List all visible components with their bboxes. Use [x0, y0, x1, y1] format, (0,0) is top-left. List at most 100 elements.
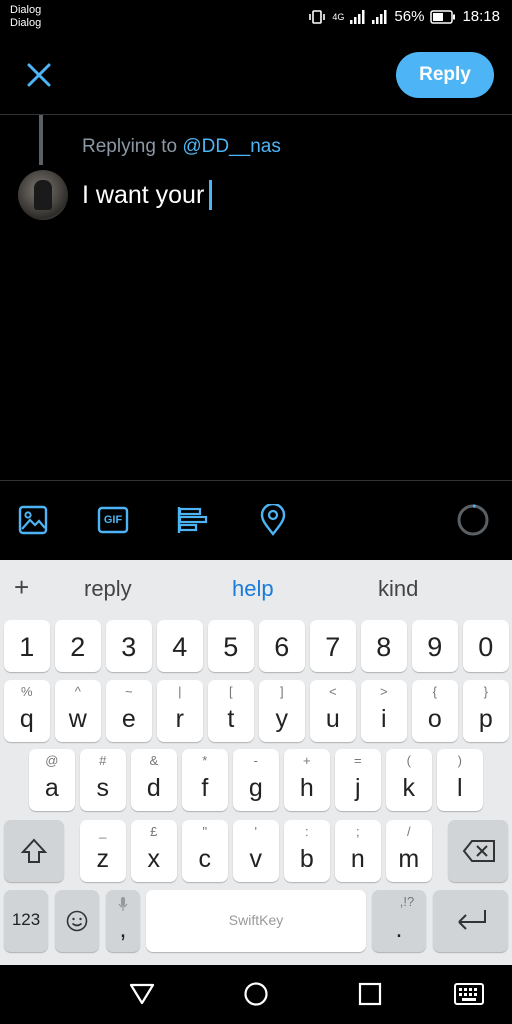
key-label: f [201, 774, 209, 802]
image-icon[interactable] [16, 503, 50, 537]
recents-icon[interactable] [355, 979, 385, 1009]
key-label: 9 [427, 632, 443, 662]
key-sublabel: | [178, 684, 182, 699]
emoji-icon [66, 910, 88, 932]
key-v[interactable]: ' v [233, 820, 279, 882]
key-n[interactable]: ; n [335, 820, 381, 882]
key-q[interactable]: % q [4, 680, 50, 742]
key-label: r [175, 705, 184, 733]
space-key[interactable]: SwiftKey [146, 890, 366, 952]
character-count-ring [456, 503, 490, 537]
compose-input[interactable]: I want your [82, 180, 213, 210]
gif-label: GIF [103, 514, 123, 526]
key-z[interactable]: _ z [80, 820, 126, 882]
key-l[interactable]: ) l [437, 749, 483, 811]
location-icon[interactable] [256, 503, 290, 537]
key-label: g [248, 774, 263, 802]
emoji-key[interactable] [55, 890, 99, 952]
key-3[interactable]: 3 [106, 620, 152, 672]
key-2[interactable]: 2 [55, 620, 101, 672]
key-label: , [119, 915, 127, 943]
key-r[interactable]: | r [157, 680, 203, 742]
battery-icon [430, 9, 456, 24]
mic-icon [118, 897, 128, 911]
keyboard-switch-icon[interactable] [454, 979, 484, 1009]
key-sublabel: < [329, 684, 337, 699]
backspace-icon [462, 840, 495, 862]
key-sublabel: £ [150, 824, 158, 839]
key-label: w [68, 705, 87, 733]
key-label: 8 [376, 632, 392, 662]
key-7[interactable]: 7 [310, 620, 356, 672]
key-label: u [325, 705, 340, 733]
key-sublabel: ^ [74, 684, 81, 699]
back-icon[interactable] [127, 979, 157, 1009]
key-i[interactable]: > i [361, 680, 407, 742]
key-y[interactable]: ] y [259, 680, 305, 742]
thread-line [39, 115, 43, 165]
key-d[interactable]: & d [131, 749, 177, 811]
period-key[interactable]: ,!?. [372, 890, 426, 952]
suggestion-right[interactable]: kind [378, 576, 418, 602]
key-sublabel: # [99, 753, 107, 768]
key-label: o [427, 705, 442, 733]
reply-button[interactable]: Reply [396, 52, 494, 98]
key-9[interactable]: 9 [412, 620, 458, 672]
suggestion-left[interactable]: reply [84, 576, 132, 602]
key-5[interactable]: 5 [208, 620, 254, 672]
key-h[interactable]: + h [284, 749, 330, 811]
key-j[interactable]: = j [335, 749, 381, 811]
key-e[interactable]: ~ e [106, 680, 152, 742]
key-1[interactable]: 1 [4, 620, 50, 672]
key-6[interactable]: 6 [259, 620, 305, 672]
key-f[interactable]: * f [182, 749, 228, 811]
key-u[interactable]: < u [310, 680, 356, 742]
gif-icon[interactable]: GIF [96, 503, 130, 537]
poll-icon[interactable] [176, 503, 210, 537]
key-t[interactable]: [t [208, 680, 254, 742]
signal-icon-1 [350, 9, 366, 24]
key-sublabel: & [149, 753, 159, 768]
key-g[interactable]: -g [233, 749, 279, 811]
comma-key[interactable]: , [106, 890, 140, 952]
key-c[interactable]: " c [182, 820, 228, 882]
key-o[interactable]: {o [412, 680, 458, 742]
key-m[interactable]: / m [386, 820, 432, 882]
key-4[interactable]: 4 [157, 620, 203, 672]
key-p[interactable]: } p [463, 680, 509, 742]
key-label: 4 [172, 632, 188, 662]
key-w[interactable]: ^ w [55, 680, 101, 742]
enter-icon [458, 910, 486, 930]
key-sublabel: { [432, 684, 437, 699]
key-label: s [96, 774, 110, 802]
vibrate-icon [308, 9, 326, 24]
enter-key[interactable] [433, 890, 508, 952]
key-8[interactable]: 8 [361, 620, 407, 672]
key-k[interactable]: (k [386, 749, 432, 811]
key-s[interactable]: # s [80, 749, 126, 811]
key-label: b [299, 845, 314, 873]
close-icon[interactable] [24, 60, 54, 90]
keyboard: + reply help kind 1 2 3 4 5 6 7 8 9 0% q ^ w ~ e | r[t] y… [0, 560, 512, 965]
plus-icon[interactable]: + [14, 572, 29, 603]
key-sublabel: ,!? [399, 894, 415, 909]
key-sublabel: + [303, 753, 311, 768]
key-sublabel: @ [45, 753, 59, 768]
shift-key[interactable] [4, 820, 64, 882]
key-label: e [121, 705, 136, 733]
home-icon[interactable] [241, 979, 271, 1009]
key-b[interactable]: :b [284, 820, 330, 882]
key-a[interactable]: @ a [29, 749, 75, 811]
key-label: m [398, 845, 420, 873]
key-sublabel: ) [457, 753, 462, 768]
key-x[interactable]: £ x [131, 820, 177, 882]
key-0[interactable]: 0 [463, 620, 509, 672]
key-sublabel: / [406, 824, 411, 839]
replying-handle-link[interactable]: @DD__nas [182, 136, 281, 157]
suggestion-center[interactable]: help [232, 576, 274, 602]
key-label: y [275, 705, 289, 733]
key-label: 2 [70, 632, 86, 662]
numbers-key[interactable]: 123 [4, 890, 48, 952]
status-icons: 4G 56% 18:18 [308, 8, 500, 25]
backspace-key[interactable] [448, 820, 508, 882]
